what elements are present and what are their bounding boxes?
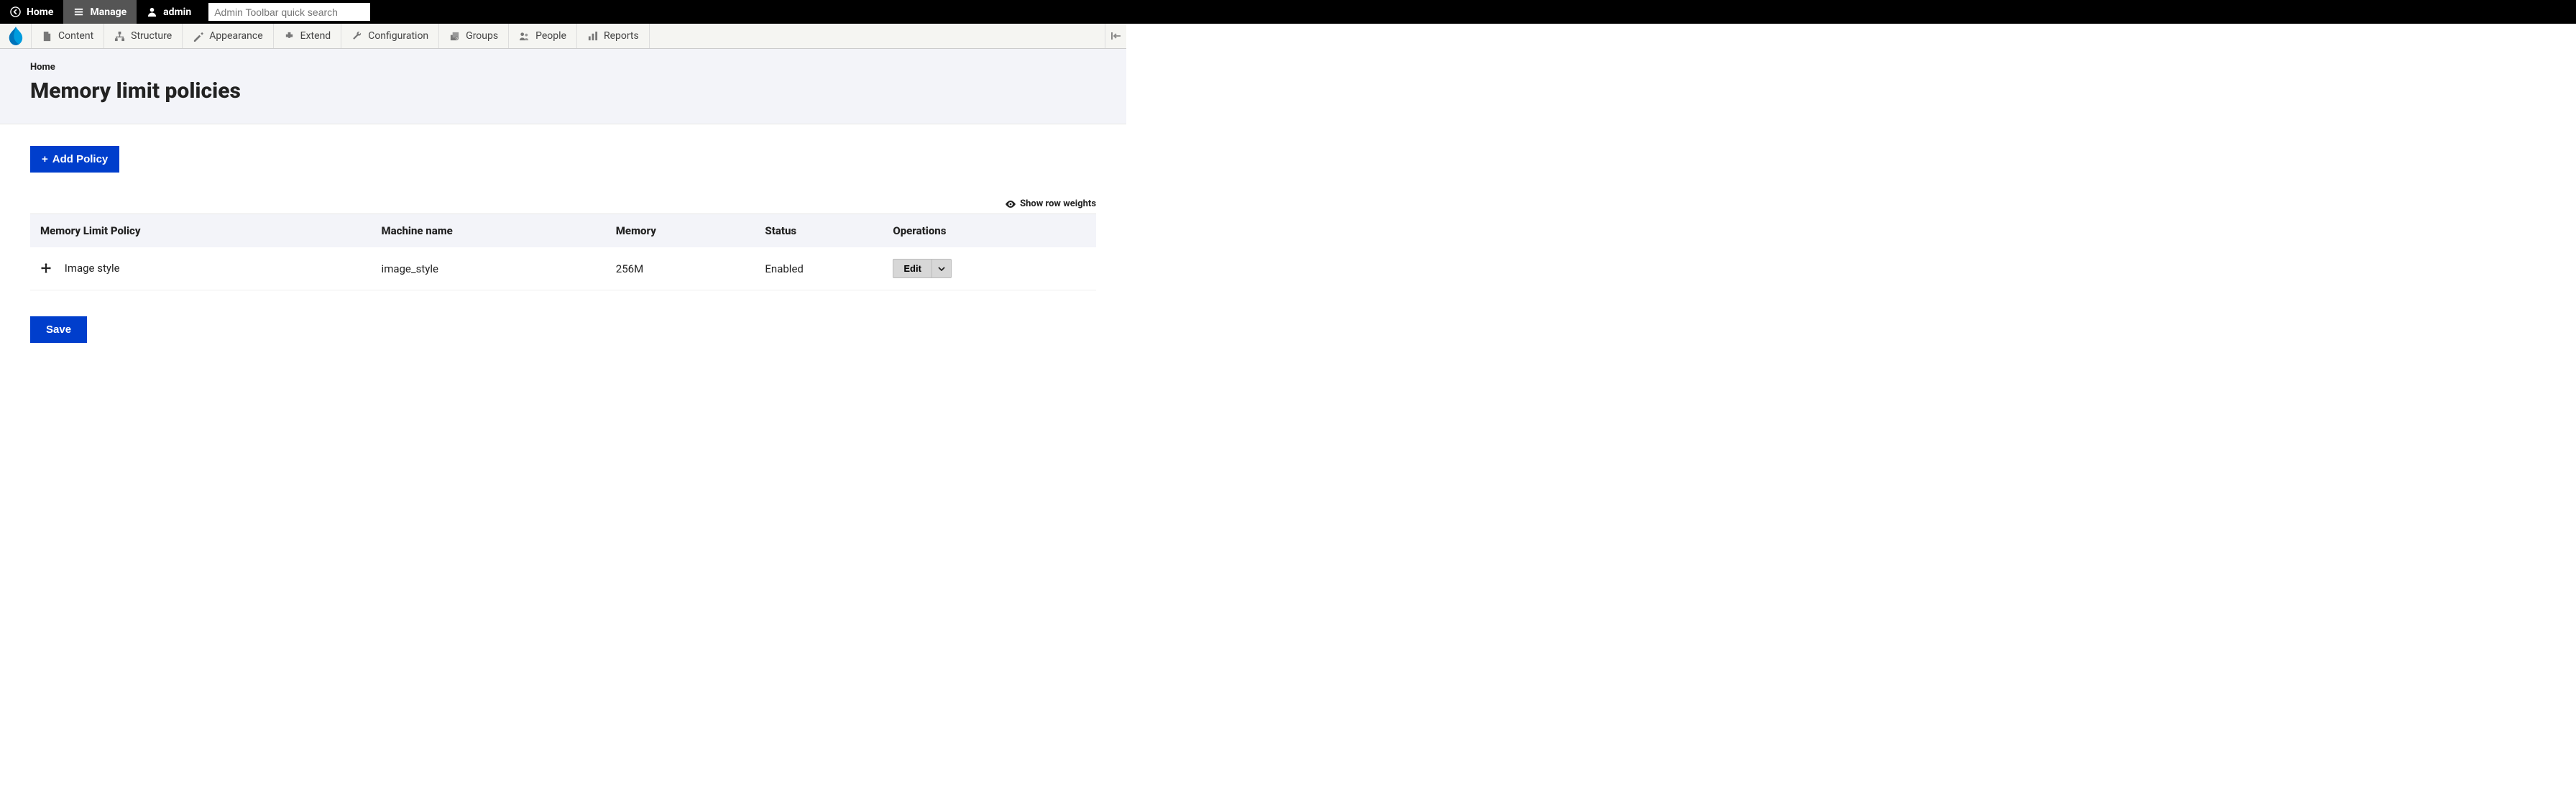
menu-appearance-label: Appearance bbox=[209, 30, 262, 42]
th-policy: Memory Limit Policy bbox=[30, 214, 372, 248]
save-button[interactable]: Save bbox=[30, 316, 87, 343]
cell-status: Enabled bbox=[755, 247, 883, 290]
home-label: Home bbox=[27, 6, 53, 18]
collapse-icon bbox=[1110, 32, 1122, 40]
move-icon bbox=[40, 262, 52, 274]
menu-content[interactable]: Content bbox=[32, 24, 104, 48]
menu-structure[interactable]: Structure bbox=[104, 24, 183, 48]
operations-dropdown-button[interactable] bbox=[932, 259, 952, 278]
th-status: Status bbox=[755, 214, 883, 248]
menu-groups[interactable]: Groups bbox=[439, 24, 509, 48]
back-icon bbox=[10, 6, 21, 17]
breadcrumb-home[interactable]: Home bbox=[30, 62, 55, 73]
top-toolbar-left: Home Manage admin bbox=[0, 0, 377, 24]
show-row-weights-label: Show row weights bbox=[1020, 198, 1096, 209]
extend-icon bbox=[284, 31, 295, 42]
cell-machine: image_style bbox=[372, 247, 606, 290]
user-icon bbox=[147, 6, 157, 17]
plus-icon: + bbox=[42, 153, 48, 165]
toolbar-search-wrap bbox=[201, 0, 377, 24]
content-icon bbox=[42, 31, 52, 42]
menu-configuration[interactable]: Configuration bbox=[341, 24, 439, 48]
groups-icon bbox=[449, 31, 460, 42]
collapse-toolbar-button[interactable] bbox=[1105, 24, 1126, 48]
admin-menu-inner: Content Structure Appearance Extend Conf… bbox=[0, 24, 650, 48]
show-row-weights-link[interactable]: Show row weights bbox=[30, 198, 1096, 209]
chevron-down-icon bbox=[938, 267, 945, 271]
top-toolbar: Home Manage admin bbox=[0, 0, 2576, 24]
admin-menu: Content Structure Appearance Extend Conf… bbox=[0, 24, 1126, 49]
operations-split-button: Edit bbox=[893, 259, 952, 278]
user-label: admin bbox=[163, 6, 191, 18]
menu-content-label: Content bbox=[58, 30, 93, 42]
drupal-icon bbox=[8, 27, 24, 45]
menu-extend[interactable]: Extend bbox=[274, 24, 342, 48]
th-operations: Operations bbox=[883, 214, 1096, 248]
menu-structure-label: Structure bbox=[131, 30, 172, 42]
policies-table: Memory Limit Policy Machine name Memory … bbox=[30, 214, 1096, 290]
menu-people[interactable]: People bbox=[509, 24, 577, 48]
content: + Add Policy Show row weights Memory Lim… bbox=[0, 124, 1126, 364]
people-icon bbox=[519, 31, 530, 42]
drupal-logo[interactable] bbox=[0, 24, 32, 48]
th-memory: Memory bbox=[606, 214, 755, 248]
page-header: Home Memory limit policies bbox=[0, 49, 1126, 124]
cell-policy: Image style bbox=[65, 262, 120, 275]
th-machine: Machine name bbox=[372, 214, 606, 248]
structure-icon bbox=[114, 31, 125, 42]
menu-groups-label: Groups bbox=[466, 30, 498, 42]
edit-button[interactable]: Edit bbox=[893, 259, 932, 278]
user-link[interactable]: admin bbox=[137, 0, 201, 24]
manage-label: Manage bbox=[90, 6, 126, 18]
cell-memory: 256M bbox=[606, 247, 755, 290]
drag-handle[interactable] bbox=[40, 262, 53, 275]
save-row: Save bbox=[30, 316, 1096, 343]
add-policy-button[interactable]: + Add Policy bbox=[30, 146, 119, 173]
home-link[interactable]: Home bbox=[0, 0, 63, 24]
configuration-icon bbox=[351, 31, 362, 42]
appearance-icon bbox=[193, 31, 203, 42]
menu-reports[interactable]: Reports bbox=[577, 24, 650, 48]
reports-icon bbox=[587, 31, 598, 42]
manage-link[interactable]: Manage bbox=[63, 0, 137, 24]
hamburger-icon bbox=[73, 6, 84, 17]
menu-configuration-label: Configuration bbox=[368, 30, 428, 42]
menu-people-label: People bbox=[535, 30, 566, 42]
menu-extend-label: Extend bbox=[300, 30, 331, 42]
breadcrumb: Home bbox=[30, 62, 1096, 73]
page-title: Memory limit policies bbox=[30, 78, 1096, 104]
add-policy-label: Add Policy bbox=[52, 153, 109, 165]
menu-appearance[interactable]: Appearance bbox=[183, 24, 273, 48]
menu-reports-label: Reports bbox=[604, 30, 639, 42]
toolbar-search-input[interactable] bbox=[208, 3, 370, 21]
table-row: Image style image_style 256M Enabled Edi… bbox=[30, 247, 1096, 290]
eye-icon bbox=[1006, 201, 1016, 208]
